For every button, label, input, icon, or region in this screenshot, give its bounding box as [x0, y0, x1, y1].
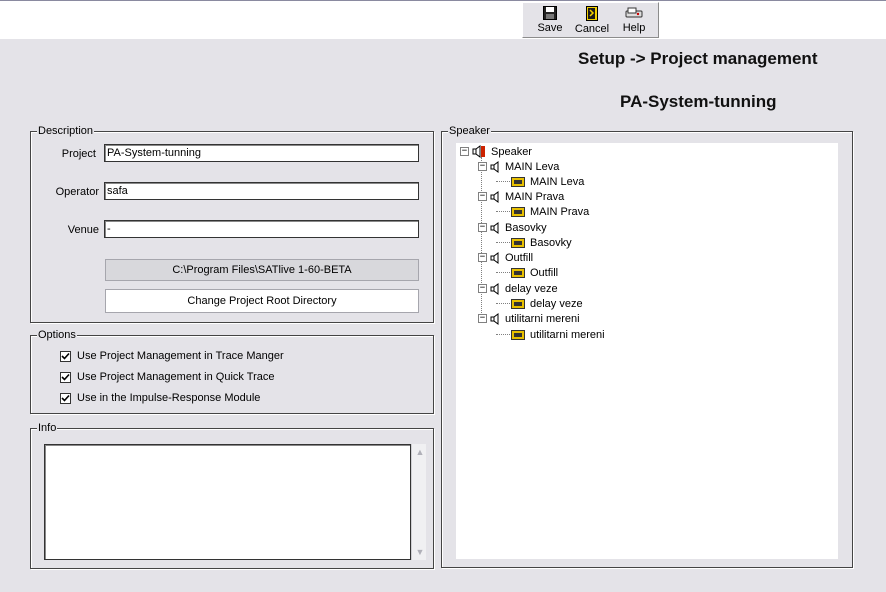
- cancel-label: Cancel: [574, 23, 610, 35]
- top-bar: [0, 0, 886, 39]
- speaker-icon: [472, 145, 485, 158]
- tree-node-group[interactable]: − delay veze: [478, 281, 558, 296]
- collapse-icon[interactable]: −: [478, 284, 487, 293]
- tree-group-label: Outfill: [505, 251, 534, 264]
- tree-group-label: Basovky: [505, 221, 547, 234]
- checkmark-icon: [61, 352, 70, 360]
- collapse-icon[interactable]: −: [460, 147, 469, 156]
- collapse-icon[interactable]: −: [478, 162, 487, 171]
- tree-device-label: utilitarni mereni: [530, 328, 605, 341]
- collapse-icon[interactable]: −: [478, 192, 487, 201]
- collapse-icon[interactable]: −: [478, 314, 487, 323]
- device-icon: [511, 329, 525, 340]
- help-button[interactable]: Help: [613, 3, 655, 37]
- cancel-button[interactable]: Cancel: [571, 3, 613, 37]
- tree-node-group[interactable]: − Outfill: [478, 250, 533, 265]
- tree-device-label: MAIN Prava: [530, 205, 590, 218]
- info-group-label: Info: [37, 422, 58, 434]
- options-group-label: Options: [37, 329, 77, 341]
- collapse-icon[interactable]: −: [478, 223, 487, 232]
- project-label: Project: [61, 148, 96, 160]
- speaker-icon: [490, 221, 499, 234]
- operator-input[interactable]: safa: [104, 182, 419, 200]
- save-button[interactable]: Save: [529, 3, 571, 37]
- tree-root-label: Speaker: [491, 145, 532, 158]
- tree-node-group[interactable]: − MAIN Leva: [478, 159, 559, 174]
- speaker-icon: [490, 282, 499, 295]
- floppy-disk-icon: [543, 6, 557, 20]
- help-label: Help: [622, 22, 646, 34]
- project-title: PA-System-tunning: [620, 92, 777, 111]
- tree-node-group[interactable]: − MAIN Prava: [478, 189, 564, 204]
- page-title: Setup -> Project management: [578, 49, 818, 68]
- option-trace-manager[interactable]: Use Project Management in Trace Manger: [60, 349, 284, 363]
- speaker-icon: [490, 251, 499, 264]
- trace-manager-checkbox[interactable]: [60, 350, 71, 362]
- scroll-down-icon[interactable]: ▼: [414, 546, 426, 558]
- toolbar: Save Cancel Help: [522, 2, 659, 38]
- impulse-response-label: Use in the Impulse-Response Module: [77, 392, 261, 404]
- impulse-response-checkbox[interactable]: [60, 392, 71, 404]
- tree-device-label: MAIN Leva: [530, 175, 585, 188]
- description-group-label: Description: [37, 125, 95, 137]
- device-icon: [511, 176, 525, 187]
- help-icon: [625, 7, 643, 18]
- root-directory-path: C:\Program Files\SATlive 1-60-BETA: [105, 259, 419, 281]
- device-icon: [511, 298, 525, 309]
- tree-device-label: Outfill: [530, 266, 559, 279]
- tree-group-label: utilitarni mereni: [505, 312, 580, 325]
- collapse-icon[interactable]: −: [478, 253, 487, 262]
- speaker-group-label: Speaker: [448, 125, 491, 137]
- device-icon: [511, 206, 525, 217]
- tree-node-device[interactable]: Basovky: [496, 235, 572, 250]
- tree-node-device[interactable]: delay veze: [496, 296, 583, 311]
- operator-label: Operator: [55, 186, 99, 198]
- tree-node-device[interactable]: utilitarni mereni: [496, 327, 605, 342]
- tree-node-group[interactable]: − Basovky: [478, 220, 547, 235]
- device-icon: [511, 267, 525, 278]
- tree-node-device[interactable]: MAIN Leva: [496, 174, 584, 189]
- quick-trace-label: Use Project Management in Quick Trace: [77, 371, 275, 383]
- trace-manager-label: Use Project Management in Trace Manger: [77, 350, 284, 362]
- speaker-tree[interactable]: − Speaker − MAIN Leva MAIN Leva − MAIN P: [456, 143, 838, 559]
- info-textarea[interactable]: [44, 444, 411, 560]
- speaker-icon: [490, 312, 499, 325]
- tree-node-group[interactable]: − utilitarni mereni: [478, 311, 580, 326]
- venue-input[interactable]: -: [104, 220, 419, 238]
- change-root-directory-button[interactable]: Change Project Root Directory: [105, 289, 419, 313]
- speaker-icon: [490, 160, 499, 173]
- tree-device-label: delay veze: [530, 297, 583, 310]
- venue-label: Venue: [67, 224, 99, 236]
- device-icon: [511, 237, 525, 248]
- info-scrollbar[interactable]: ▲ ▼: [411, 444, 426, 560]
- tree-group-label: delay veze: [505, 282, 558, 295]
- tree-connector: [481, 157, 482, 323]
- save-label: Save: [537, 22, 563, 34]
- cancel-door-icon: [586, 6, 598, 21]
- tree-group-label: MAIN Prava: [505, 190, 565, 203]
- scroll-up-icon[interactable]: ▲: [414, 446, 426, 458]
- tree-node-root[interactable]: − Speaker: [460, 144, 532, 159]
- option-impulse-response[interactable]: Use in the Impulse-Response Module: [60, 391, 260, 405]
- tree-device-label: Basovky: [530, 236, 572, 249]
- quick-trace-checkbox[interactable]: [60, 371, 71, 383]
- checkmark-icon: [61, 394, 70, 402]
- tree-node-device[interactable]: MAIN Prava: [496, 204, 589, 219]
- speaker-icon: [490, 190, 499, 203]
- checkmark-icon: [61, 373, 70, 381]
- tree-group-label: MAIN Leva: [505, 160, 560, 173]
- project-input[interactable]: PA-System-tunning: [104, 144, 419, 162]
- tree-node-device[interactable]: Outfill: [496, 265, 558, 280]
- option-quick-trace[interactable]: Use Project Management in Quick Trace: [60, 370, 274, 384]
